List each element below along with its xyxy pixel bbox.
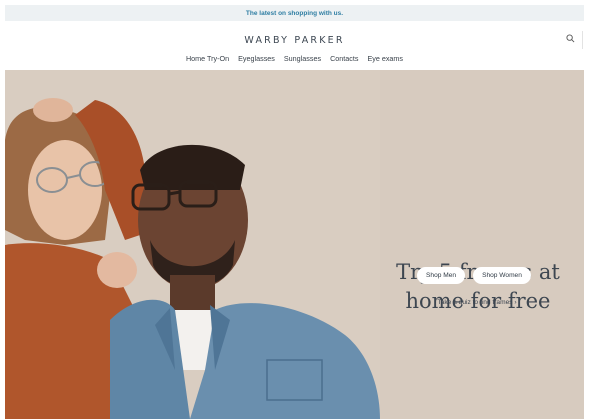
shop-men-button[interactable]: Shop Men xyxy=(417,267,466,284)
brand-logo[interactable]: WARBY PARKER xyxy=(5,35,584,46)
nav-item-contacts[interactable]: Contacts xyxy=(330,54,358,63)
nav-item-sunglasses[interactable]: Sunglasses xyxy=(284,54,321,63)
header-divider xyxy=(582,31,583,49)
nav-item-eyeglasses[interactable]: Eyeglasses xyxy=(238,54,275,63)
shop-women-button[interactable]: Shop Women xyxy=(473,267,531,284)
promo-text[interactable]: The latest on shopping with us. xyxy=(246,10,343,17)
nav-item-home-try-on[interactable]: Home Try-On xyxy=(186,54,229,63)
promo-banner[interactable]: The latest on shopping with us. xyxy=(5,5,584,21)
search-icon[interactable] xyxy=(566,34,575,43)
quiz-link[interactable]: Take a quiz to find frames › xyxy=(417,299,537,306)
hero-photo xyxy=(5,70,380,419)
main-nav: Home Try-On Eyeglasses Sunglasses Contac… xyxy=(5,54,584,63)
hero-cta-row: Shop Men Shop Women xyxy=(417,267,531,284)
hero-banner: Try 5 frames at home for free xyxy=(5,70,584,419)
browser-viewport: The latest on shopping with us. WARBY PA… xyxy=(5,5,584,419)
nav-item-eye-exams[interactable]: Eye exams xyxy=(367,54,403,63)
